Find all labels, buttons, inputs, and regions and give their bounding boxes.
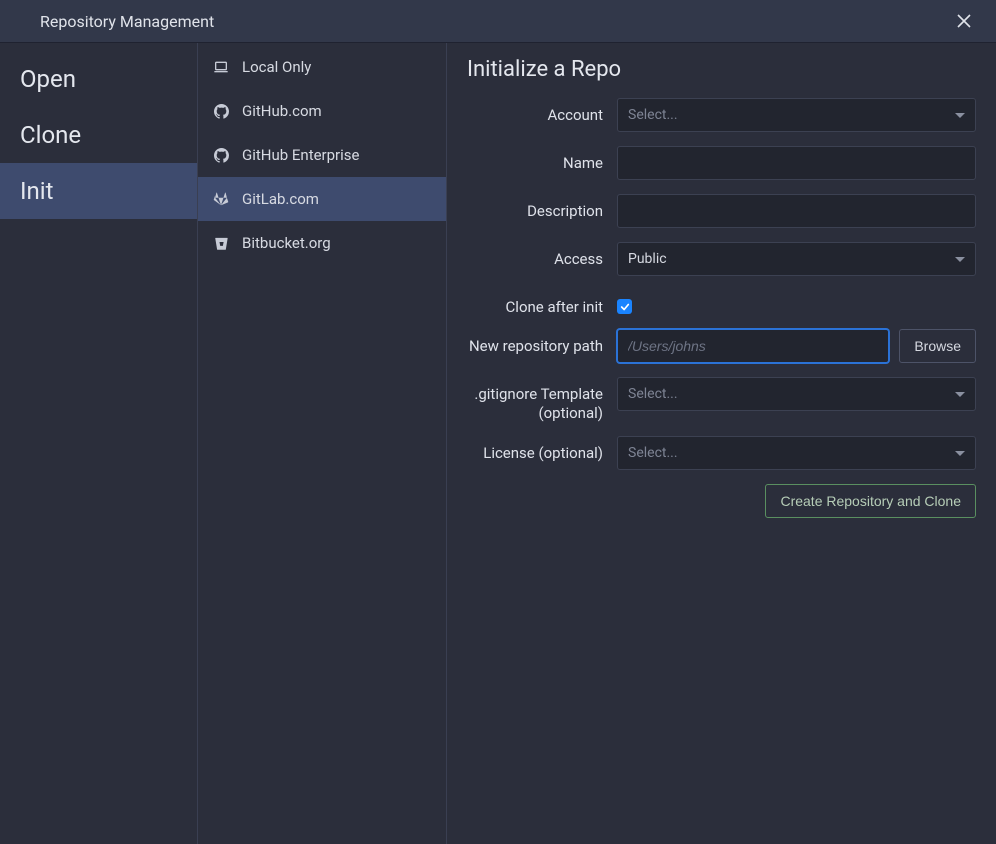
description-input[interactable] — [628, 195, 965, 227]
button-label: Create Repository and Clone — [780, 493, 961, 509]
chevron-down-icon — [955, 445, 965, 461]
provider-label: GitHub.com — [242, 102, 322, 120]
gitignore-label: .gitignore Template (optional) — [467, 377, 617, 423]
provider-github-enterprise[interactable]: GitHub Enterprise — [198, 133, 446, 177]
browse-button[interactable]: Browse — [899, 329, 976, 363]
nav-label: Open — [20, 65, 76, 93]
gitlab-icon — [212, 190, 230, 208]
check-icon — [620, 302, 630, 312]
name-input-wrapper — [617, 146, 976, 180]
provider-nav: Local Only GitHub.com GitHub Enterprise … — [198, 43, 447, 844]
account-select[interactable]: Select... — [617, 98, 976, 132]
chevron-down-icon — [955, 251, 965, 267]
nav-label: Clone — [20, 121, 81, 149]
select-placeholder: Select... — [628, 386, 678, 402]
primary-nav: Open Clone Init — [0, 43, 198, 844]
chevron-down-icon — [955, 107, 965, 123]
page-title: Initialize a Repo — [467, 57, 976, 82]
nav-clone[interactable]: Clone — [0, 107, 197, 163]
provider-label: GitHub Enterprise — [242, 146, 360, 164]
new-repo-path-input-wrapper — [617, 329, 889, 363]
bitbucket-icon — [212, 234, 230, 252]
provider-github-com[interactable]: GitHub.com — [198, 89, 446, 133]
nav-label: Init — [20, 177, 53, 205]
chevron-down-icon — [955, 386, 965, 402]
access-select[interactable]: Public — [617, 242, 976, 276]
nav-init[interactable]: Init — [0, 163, 197, 219]
license-select[interactable]: Select... — [617, 436, 976, 470]
clone-after-init-label: Clone after init — [467, 290, 617, 317]
name-label: Name — [467, 146, 617, 173]
window-title: Repository Management — [40, 12, 952, 31]
provider-label: GitLab.com — [242, 190, 319, 208]
select-value: Public — [628, 251, 667, 267]
description-input-wrapper — [617, 194, 976, 228]
close-button[interactable] — [952, 9, 976, 33]
create-repository-button[interactable]: Create Repository and Clone — [765, 484, 976, 518]
button-label: Browse — [914, 338, 961, 354]
provider-local-only[interactable]: Local Only — [198, 45, 446, 89]
account-label: Account — [467, 98, 617, 125]
name-input[interactable] — [628, 147, 965, 179]
new-repo-path-input[interactable] — [628, 330, 878, 362]
gitignore-select[interactable]: Select... — [617, 377, 976, 411]
provider-bitbucket-org[interactable]: Bitbucket.org — [198, 221, 446, 265]
nav-open[interactable]: Open — [0, 51, 197, 107]
main-panel: Initialize a Repo Account Select... Name — [447, 43, 996, 844]
provider-label: Bitbucket.org — [242, 234, 331, 252]
titlebar: Repository Management — [0, 0, 996, 43]
access-label: Access — [467, 242, 617, 269]
select-placeholder: Select... — [628, 107, 678, 123]
select-placeholder: Select... — [628, 445, 678, 461]
provider-gitlab-com[interactable]: GitLab.com — [198, 177, 446, 221]
close-icon — [957, 14, 971, 28]
license-label: License (optional) — [467, 436, 617, 463]
new-repo-path-label: New repository path — [467, 329, 617, 356]
description-label: Description — [467, 194, 617, 221]
clone-after-init-checkbox[interactable] — [617, 299, 632, 314]
github-icon — [212, 146, 230, 164]
provider-label: Local Only — [242, 58, 311, 76]
github-icon — [212, 102, 230, 120]
laptop-icon — [212, 58, 230, 76]
